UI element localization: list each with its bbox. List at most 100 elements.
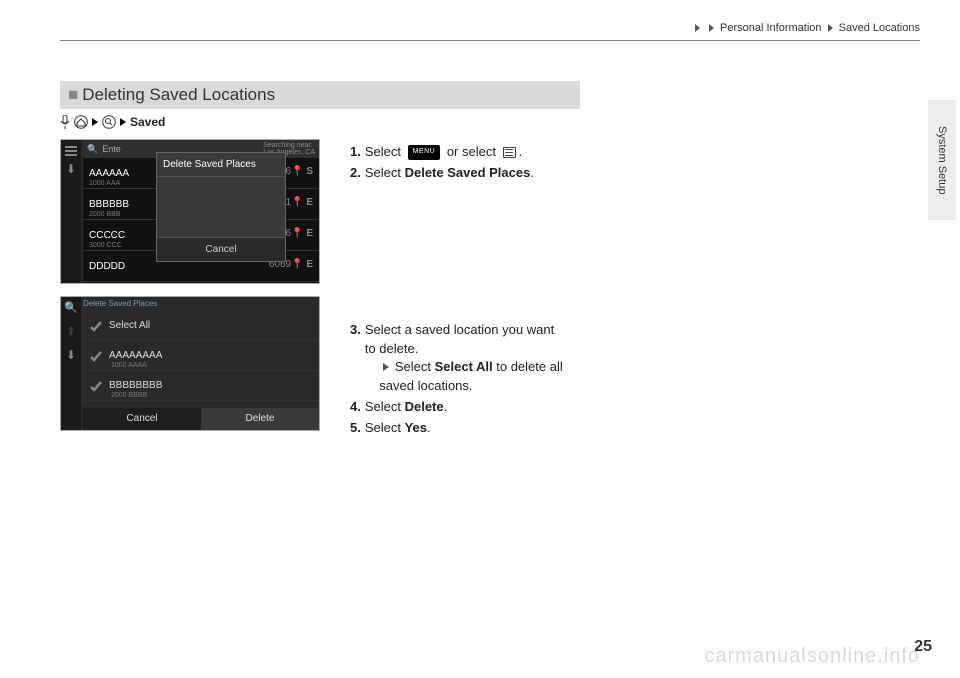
breadcrumb-child: Saved Locations xyxy=(839,22,920,34)
hamburger-icon xyxy=(503,147,516,158)
shot2-sidebar: 🔍 ⬆ ⬇ xyxy=(61,297,81,430)
step-3: 3. Select a saved location you want to d… xyxy=(350,321,620,396)
text: . xyxy=(444,399,448,414)
row-sub: 2000 BBBB xyxy=(111,392,147,399)
step-text: Select Delete Saved Places. xyxy=(365,164,534,183)
popup-delete-saved-places[interactable]: Delete Saved Places xyxy=(157,153,285,177)
text: Select a saved location you want xyxy=(365,322,554,337)
check-icon xyxy=(89,379,103,393)
search-icon xyxy=(102,115,116,129)
square-bullet-icon: ■ xyxy=(68,85,78,104)
watermark: carmanualsonline.info xyxy=(704,645,920,668)
step-4: 4. Select Delete. xyxy=(350,398,620,417)
text: . xyxy=(519,144,523,159)
bold-text: Yes xyxy=(405,420,427,435)
step-1: 1. Select MENU or select . xyxy=(350,143,620,162)
shot2-button-bar: Cancel Delete xyxy=(83,408,319,430)
cancel-button[interactable]: Cancel xyxy=(83,408,201,430)
voice-icon xyxy=(60,115,70,129)
up-arrow-icon: ⬆ xyxy=(66,324,76,338)
step-text: Select Delete. xyxy=(365,398,447,417)
check-icon xyxy=(89,319,103,333)
instructions-column: 1. Select MENU or select . 2. Select Del… xyxy=(350,143,620,440)
status-line1: Searching near: xyxy=(263,142,315,149)
breadcrumb: Personal Information Saved Locations xyxy=(60,22,920,41)
dist-dir: E xyxy=(306,228,313,239)
substep: Select Select All to delete all saved lo… xyxy=(365,359,563,393)
dist-dir: S xyxy=(306,166,313,177)
side-tab: System Setup xyxy=(928,100,956,220)
row-name: BBBBBB xyxy=(89,199,129,210)
shot2-header: Delete Saved Places xyxy=(83,299,157,308)
nav-saved-label: Saved xyxy=(130,115,165,129)
step-5: 5. Select Yes. xyxy=(350,419,620,438)
shot1-sidebar: ⬇ xyxy=(61,140,81,283)
row-sub: 1000 AAAA xyxy=(111,362,147,369)
steps-group-b: 3. Select a saved location you want to d… xyxy=(350,321,620,438)
row-name: DDDDD xyxy=(89,261,125,272)
row-sub: 3000 CCC xyxy=(89,242,122,249)
down-arrow-icon: ⬇ xyxy=(66,348,76,362)
dist-dir: E xyxy=(306,259,313,270)
nav-path: Saved xyxy=(60,115,580,129)
row-sub: 2000 BBB xyxy=(89,211,121,218)
step-text: Select Yes. xyxy=(365,419,431,438)
triangle-right-icon xyxy=(92,118,98,126)
bold-text: Select All xyxy=(435,359,493,374)
text: Select xyxy=(365,144,405,159)
delete-button[interactable]: Delete xyxy=(201,408,319,430)
step-number: 1. xyxy=(350,143,361,162)
search-icon: 🔍 xyxy=(64,301,78,314)
row-name: AAAAAAAA xyxy=(109,350,162,361)
search-placeholder: Ente xyxy=(102,144,121,154)
menu-button-icon: MENU xyxy=(408,145,441,159)
step-2: 2. Select Delete Saved Places. xyxy=(350,164,620,183)
check-icon xyxy=(89,349,103,363)
section-title-text: Deleting Saved Locations xyxy=(82,85,275,104)
dist-dir: E xyxy=(306,197,313,208)
text: Select xyxy=(395,359,435,374)
text: Select xyxy=(365,399,405,414)
steps-group-a: 1. Select MENU or select . 2. Select Del… xyxy=(350,143,620,183)
search-icon: 🔍 xyxy=(87,144,98,155)
breadcrumb-parent: Personal Information xyxy=(720,22,822,34)
hamburger-icon xyxy=(65,150,77,152)
text: . xyxy=(427,420,431,435)
step-text: Select MENU or select . xyxy=(365,143,522,162)
step-number: 2. xyxy=(350,164,361,183)
row-sub: 1000 AAA xyxy=(89,180,120,187)
text: Select xyxy=(365,420,405,435)
chevron-right-icon xyxy=(709,24,714,32)
chevron-right-icon xyxy=(695,24,700,32)
row-name: AAAAAA xyxy=(89,168,129,179)
step-text: Select a saved location you want to dele… xyxy=(365,321,563,396)
text: to delete all xyxy=(493,359,563,374)
popup-cancel-button[interactable]: Cancel xyxy=(157,237,285,261)
bold-text: Delete Saved Places xyxy=(405,165,531,180)
down-arrow-icon: ⬇ xyxy=(66,162,76,176)
row-name: CCCCC xyxy=(89,230,125,241)
home-icon xyxy=(74,115,88,129)
step-number: 3. xyxy=(350,321,361,396)
row-name: BBBBBBBB xyxy=(109,380,162,391)
screenshot-saved-places-menu: ⬇ 🔍 Ente Searching near: Los Angeles, CA… xyxy=(60,139,320,284)
row-name: Select All xyxy=(109,320,150,331)
step-number: 5. xyxy=(350,419,361,438)
list-row-select-all[interactable]: Select All xyxy=(83,311,319,341)
section-title: ■Deleting Saved Locations xyxy=(60,81,580,109)
triangle-right-icon xyxy=(120,118,126,126)
screenshot-delete-saved-places: 🔍 ⬆ ⬇ Delete Saved Places Select All AAA… xyxy=(60,296,320,431)
text: Select xyxy=(365,165,405,180)
text: saved locations. xyxy=(379,378,472,393)
step-number: 4. xyxy=(350,398,361,417)
list-row[interactable]: AAAAAAAA 1000 AAAA xyxy=(83,341,319,371)
text: to delete. xyxy=(365,341,419,356)
text: or select xyxy=(443,144,499,159)
side-tab-label: System Setup xyxy=(936,126,948,194)
shot1-popup: Delete Saved Places Cancel xyxy=(156,152,286,262)
shot2-list: Select All AAAAAAAA 1000 AAAA BBBBBBBB 2… xyxy=(83,311,319,406)
chevron-right-icon xyxy=(828,24,833,32)
list-row[interactable]: BBBBBBBB 2000 BBBB xyxy=(83,371,319,401)
bold-text: Delete xyxy=(405,399,444,414)
text: . xyxy=(530,165,534,180)
